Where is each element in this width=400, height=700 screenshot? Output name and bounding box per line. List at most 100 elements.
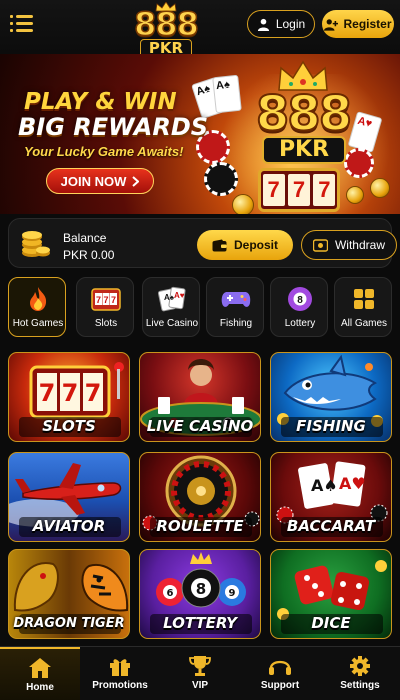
svg-text:7: 7 <box>111 295 116 305</box>
nav-support[interactable]: Support <box>240 647 320 700</box>
category-label: All Games <box>340 318 388 329</box>
svg-text:8: 8 <box>297 295 303 306</box>
svg-text:7: 7 <box>39 379 56 407</box>
game-tile-label: SLOTS <box>42 417 96 435</box>
deposit-button[interactable]: Deposit <box>197 230 293 260</box>
category-lottery[interactable]: 8 Lottery <box>270 277 328 337</box>
logo-number: 888 <box>133 5 199 43</box>
banner-logo-currency: PKR <box>262 136 346 164</box>
svg-text:7: 7 <box>96 295 101 305</box>
game-tile-label: ROULETTE <box>156 517 244 535</box>
login-button[interactable]: Login <box>247 10 315 38</box>
nav-label: Settings <box>340 680 380 691</box>
category-label: Lottery <box>284 318 316 329</box>
deposit-label: Deposit <box>233 238 278 252</box>
svg-text:9: 9 <box>229 588 236 599</box>
game-tile-label: LIVE CASINO <box>146 417 254 435</box>
trophy-icon <box>189 656 211 676</box>
gift-icon <box>110 659 130 676</box>
svg-text:7: 7 <box>103 295 108 305</box>
withdraw-button[interactable]: Withdraw <box>301 230 397 260</box>
game-tile-slots[interactable]: 7 7 7 SLOTS <box>8 352 130 442</box>
game-tile-dragon-tiger[interactable]: DRAGON TIGER <box>8 549 130 639</box>
withdraw-icon <box>312 238 328 252</box>
casino-chip <box>204 162 238 196</box>
svg-text:A♥: A♥ <box>174 291 185 300</box>
home-icon <box>29 658 51 678</box>
game-tile-dice[interactable]: DICE <box>270 549 392 639</box>
bottom-navigation: Home Promotions VIP Support Settings <box>0 646 400 700</box>
wallet-icon <box>212 239 227 251</box>
slot-machine-icon: 777 <box>77 285 135 313</box>
user-icon <box>257 18 269 31</box>
game-tile-label: DRAGON TIGER <box>13 616 125 631</box>
balance-label: Balance <box>63 231 107 245</box>
gold-coin <box>346 186 364 204</box>
banner-tagline: Your Lucky Game Awaits! <box>24 144 184 159</box>
game-tile-label: LOTTERY <box>163 614 237 632</box>
nav-label: VIP <box>191 680 209 691</box>
category-label: Slots <box>94 318 118 329</box>
nav-label: Support <box>260 680 300 691</box>
svg-text:8: 8 <box>196 580 206 598</box>
wallet-bar: Balance PKR 0.00 Deposit Withdraw <box>8 218 397 268</box>
coin-stack-icon <box>22 231 50 257</box>
join-now-button[interactable]: JOIN NOW <box>46 168 154 194</box>
svg-text:7: 7 <box>85 379 102 407</box>
chevron-right-icon <box>132 175 140 187</box>
headset-icon <box>269 660 291 675</box>
category-label: Live Casino <box>145 318 199 329</box>
slot-reel: 7 <box>262 174 285 206</box>
balance-value: PKR 0.00 <box>63 248 115 262</box>
category-hot-games[interactable]: Hot Games <box>8 277 66 337</box>
top-header: 888 PKR Login Register <box>0 0 400 58</box>
category-fishing[interactable]: Fishing <box>206 277 264 337</box>
svg-text:A♠: A♠ <box>311 476 338 495</box>
nav-settings[interactable]: Settings <box>320 647 400 700</box>
gold-coin <box>370 178 390 198</box>
brand-logo[interactable]: 888 PKR <box>118 2 214 58</box>
svg-text:7: 7 <box>62 379 79 407</box>
hamburger-menu-icon[interactable] <box>10 14 34 34</box>
game-tile-label: FISHING <box>296 417 366 435</box>
lottery-ball-icon: 8 <box>271 285 329 313</box>
join-now-label: JOIN NOW <box>60 173 127 189</box>
grid-icon <box>335 285 393 313</box>
gear-icon <box>350 656 370 676</box>
svg-text:A♥: A♥ <box>339 474 366 493</box>
category-slots[interactable]: 777 Slots <box>76 277 134 337</box>
game-tile-lottery[interactable]: 6 9 8 LOTTERY <box>139 549 261 639</box>
slot-reel: 7 <box>313 174 336 206</box>
category-live-casino[interactable]: A♠ A♥ Live Casino <box>142 277 200 337</box>
category-all-games[interactable]: All Games <box>334 277 392 337</box>
game-tile-label: BACCARAT <box>286 517 376 535</box>
promo-banner[interactable]: A♠ A♠ A♥ 888 PKR 7 7 7 PLAY & WIN BIG RE… <box>0 54 400 214</box>
slot-reels: 7 7 7 <box>258 168 340 212</box>
game-tile-fishing[interactable]: FISHING <box>270 352 392 442</box>
nav-label: Home <box>26 682 54 693</box>
register-button[interactable]: Register <box>322 10 394 38</box>
flame-icon <box>9 285 67 313</box>
casino-chip <box>344 148 374 178</box>
banner-logo-number: 888 <box>255 86 353 142</box>
nav-promotions[interactable]: Promotions <box>80 647 160 700</box>
category-label: Hot Games <box>12 318 64 329</box>
game-tile-aviator[interactable]: AVIATOR <box>8 452 130 542</box>
login-label: Login <box>275 17 306 31</box>
banner-headline: PLAY & WIN <box>24 89 177 115</box>
playing-cards-icon: A♠ A♥ <box>143 285 201 313</box>
game-tile-roulette[interactable]: ROULETTE <box>139 452 261 542</box>
nav-home[interactable]: Home <box>0 647 80 700</box>
category-label: Fishing <box>219 318 253 329</box>
register-label: Register <box>343 17 392 31</box>
game-tile-live-casino[interactable]: LIVE CASINO <box>139 352 261 442</box>
gold-coin <box>232 194 254 214</box>
nav-label: Promotions <box>92 680 148 691</box>
game-tile-baccarat[interactable]: A♠ A♥ BACCARAT <box>270 452 392 542</box>
gamepad-icon <box>207 285 265 313</box>
svg-text:6: 6 <box>167 588 174 599</box>
nav-vip[interactable]: VIP <box>160 647 240 700</box>
game-tile-label: AVIATOR <box>32 517 106 535</box>
banner-headline-2: BIG REWARDS <box>18 113 209 141</box>
game-tile-label: DICE <box>311 614 351 632</box>
